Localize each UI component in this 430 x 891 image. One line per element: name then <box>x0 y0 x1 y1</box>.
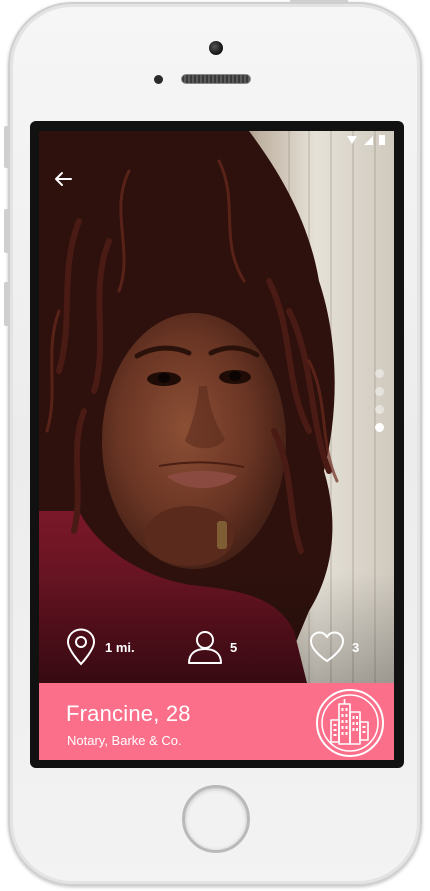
portrait-illustration <box>39 131 394 683</box>
profile-info-bar: Francine, 28 Notary, Barke & Co. <box>39 683 394 760</box>
distance-stat: 1 mi. <box>64 627 135 667</box>
city-buildings-icon <box>316 689 384 757</box>
likes-value: 3 <box>352 639 360 655</box>
distance-value: 1 mi. <box>105 639 135 655</box>
signal-icon <box>364 136 373 145</box>
battery-icon <box>379 135 385 145</box>
profile-stats: 1 mi. 5 3 <box>39 627 394 667</box>
profile-photo[interactable] <box>39 131 394 683</box>
wifi-icon <box>347 136 357 144</box>
mute-switch <box>4 126 10 168</box>
front-camera <box>209 41 223 55</box>
person-icon <box>188 631 222 664</box>
location-pin-icon <box>66 628 96 666</box>
profile-name-age: Francine, 28 <box>66 701 191 726</box>
page-dot-active[interactable] <box>375 423 384 432</box>
page-dot[interactable] <box>375 405 384 414</box>
city-buildings-badge[interactable] <box>315 688 385 758</box>
profile-occupation: Notary, Barke & Co. <box>67 733 182 748</box>
power-button <box>290 0 348 4</box>
home-button[interactable] <box>182 785 250 853</box>
proximity-sensor <box>154 75 163 84</box>
friends-stat: 5 <box>187 627 237 667</box>
earpiece-speaker <box>181 74 251 84</box>
volume-up-button <box>4 209 10 253</box>
volume-down-button <box>4 282 10 326</box>
page-dot[interactable] <box>375 387 384 396</box>
status-bar <box>346 133 386 147</box>
back-button[interactable] <box>51 167 75 191</box>
friends-value: 5 <box>230 639 238 655</box>
arrow-left-icon <box>55 172 72 186</box>
photo-page-indicator <box>375 369 384 432</box>
likes-stat[interactable]: 3 <box>309 627 359 667</box>
app-screen: 1 mi. 5 3 Francine, 28 Notary, Barke & C… <box>39 131 394 760</box>
heart-icon <box>310 631 344 662</box>
page-dot[interactable] <box>375 369 384 378</box>
